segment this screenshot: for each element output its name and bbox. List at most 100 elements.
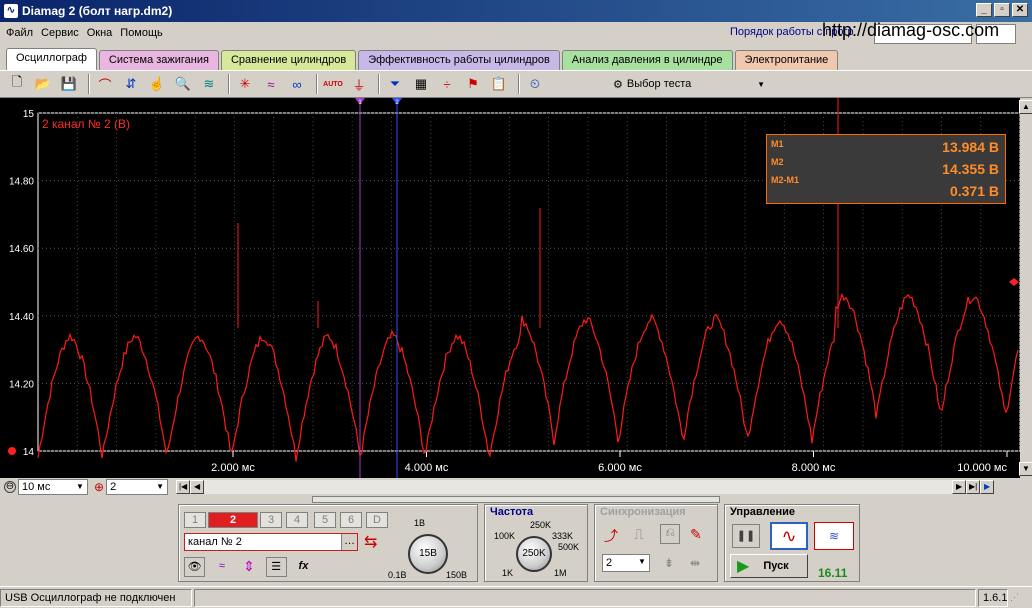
toolbar: 🗋 📂 💾 ⌒ ⇵ ☝ 🔍 ≋ ✳ ≈ ∞ AUTO ⏚ ⏷ ▦ ÷ ⚑ 📋 ⏲ — [0, 70, 1032, 98]
window-title: Diamag 2 (болт нагр.dm2) — [22, 4, 173, 18]
readout-diff-value: 0.371 В — [949, 183, 999, 199]
horizontal-scroll-track[interactable] — [204, 480, 953, 494]
bottom-panel: Частота Синхронизация Управление — [0, 496, 1032, 586]
wave-overlay-icon[interactable]: ∞ — [286, 73, 308, 95]
channel-4-button[interactable]: 4 — [286, 512, 308, 528]
menu-file[interactable]: Файл — [6, 27, 33, 39]
zoom-icon[interactable]: 🔍 — [172, 73, 194, 95]
readout-m1-value: 13.984 В — [942, 139, 999, 155]
vertical-scrollbar[interactable]: ▲ ▼ — [1019, 98, 1032, 478]
test-gear-icon: ⚙ — [613, 78, 623, 91]
timebase-value: 10 мс — [22, 481, 51, 493]
channel-3-button[interactable]: 3 — [260, 512, 282, 528]
filter-icon[interactable]: ⏷ — [384, 73, 406, 95]
channel-add-icon[interactable]: ⊕ — [94, 480, 104, 494]
scroll-left-icon[interactable]: ◀ — [190, 480, 205, 494]
sync-pencil-icon[interactable]: ✎ — [690, 526, 702, 543]
resize-grip-icon[interactable]: ⋰ — [1010, 592, 1019, 603]
test-select-label: Выбор теста — [626, 78, 692, 90]
auto-scale-icon[interactable]: AUTO — [322, 73, 344, 95]
frequency-knob[interactable]: 250K — [516, 536, 552, 572]
pause-icon[interactable]: ❚❚ — [732, 524, 760, 548]
scroll-first-icon[interactable]: |◀ — [176, 480, 191, 494]
channel-6-button[interactable]: 6 — [340, 512, 362, 528]
save-icon[interactable]: 💾 — [58, 73, 80, 95]
open-folder-icon[interactable]: 📂 — [32, 73, 54, 95]
channel-export-icon[interactable]: ⇆ — [364, 532, 377, 552]
wave-style-icon[interactable]: ≈ — [211, 557, 232, 577]
scroll-up-icon[interactable]: ▲ — [1019, 100, 1032, 114]
vertical-shift-icon[interactable]: ⇕ — [238, 557, 259, 577]
split-icon[interactable]: ÷ — [436, 73, 458, 95]
chevron-down-icon: ▼ — [76, 482, 84, 491]
voltage-trace — [37, 292, 1019, 462]
channel-5-button[interactable]: 5 — [314, 512, 336, 528]
new-file-icon[interactable]: 🗋 — [6, 73, 28, 95]
x-tick-label: 4.000 мс — [405, 462, 449, 474]
wave-compare-icon[interactable]: ≈ — [260, 73, 282, 95]
sync-step-down-icon[interactable]: ⎌ — [660, 524, 680, 544]
tab-ignition[interactable]: Система зажигания — [98, 50, 219, 70]
tab-oscilloscope[interactable]: Осциллограф — [6, 48, 97, 70]
channel-name-field[interactable]: канал № 2 … — [184, 533, 358, 551]
channel-1-button[interactable]: 1 — [184, 512, 206, 528]
splitter-handle[interactable] — [312, 496, 720, 503]
tab-cylinder-compare[interactable]: Сравнение цилиндров — [220, 50, 357, 70]
notes-icon[interactable]: 📋 — [488, 73, 510, 95]
app-version: 16.11 — [818, 566, 848, 580]
menu-windows[interactable]: Окна — [87, 27, 113, 39]
tab-power-supply[interactable]: Электропитание — [734, 50, 839, 70]
channel-2-button[interactable]: 2 — [208, 512, 258, 528]
site-url[interactable]: http://diamag-osc.com — [822, 20, 999, 41]
sync-rising-edge-icon[interactable]: ⤴ — [604, 526, 618, 546]
scroll-right-icon[interactable]: ▶ — [952, 480, 967, 494]
volt-knob[interactable]: 15В — [408, 534, 448, 574]
play-icon: ▶ — [737, 558, 750, 575]
sine-mode-icon[interactable]: ∿ — [770, 522, 808, 550]
scroll-last-icon[interactable]: ▶| — [966, 480, 981, 494]
freq-label-1k: 1K — [502, 568, 514, 578]
scope-display[interactable]: 15 14.80 14.60 14.40 14.20 14 2.000 мс 4.000 м… — [0, 98, 1032, 478]
grid-icon[interactable]: ▦ — [410, 73, 432, 95]
flag-icon[interactable]: ⚑ — [462, 73, 484, 95]
start-button[interactable]: ▶ Пуск — [730, 554, 808, 578]
sync-channel-value: 2 — [606, 557, 613, 569]
noise-mode-icon[interactable]: ≋ — [814, 522, 854, 550]
tab-cylinder-efficiency[interactable]: Эффективность работы цилиндров — [358, 50, 560, 70]
cursor-icon[interactable]: ⇵ — [120, 73, 142, 95]
stack-icon[interactable]: ≋ — [198, 73, 220, 95]
channel-name-browse-icon[interactable]: … — [341, 534, 357, 550]
menu-help[interactable]: Помощь — [120, 27, 163, 39]
spark-icon[interactable]: ✳ — [234, 73, 256, 95]
y-tick-label: 14.40 — [9, 312, 34, 323]
sync-channel-select[interactable]: 2 ▼ — [602, 554, 650, 572]
lines-icon[interactable]: ☰ — [265, 557, 287, 577]
readout-m2-value: 14.355 В — [942, 161, 999, 177]
timebase-select[interactable]: 10 мс ▼ — [18, 479, 88, 495]
minimize-button[interactable]: _ — [976, 3, 992, 17]
play-icon[interactable]: ▶ — [980, 480, 995, 494]
freq-label-100k: 100K — [494, 531, 516, 541]
auto-setup-icon[interactable]: ⏲ — [524, 73, 546, 95]
freq-label-500k: 500K — [558, 542, 580, 552]
hand-icon[interactable]: ☝ — [146, 73, 168, 95]
tab-pressure-analysis[interactable]: Анализ давления в цилиндре — [561, 50, 733, 70]
zero-icon[interactable]: ⏚ — [348, 73, 370, 95]
menu-service[interactable]: Сервис — [41, 27, 79, 39]
maximize-button[interactable]: ▫ — [994, 3, 1010, 17]
measure-arc-icon[interactable]: ⌒ — [94, 73, 116, 95]
readout-m2-label: M2 — [771, 157, 784, 167]
channel-select[interactable]: 2 ▼ — [106, 479, 169, 495]
sync-expand-icon[interactable]: ⇹ — [690, 556, 700, 570]
sync-step-up-icon[interactable]: ⎍ — [634, 526, 644, 543]
timebase-minus-icon[interactable]: ⊖ — [4, 481, 16, 493]
eye-icon[interactable]: 👁 — [184, 557, 206, 577]
channel-d-button[interactable]: D — [366, 512, 388, 528]
function-icon[interactable]: fx — [293, 557, 314, 577]
scroll-down-icon[interactable]: ▼ — [1019, 462, 1032, 476]
test-select[interactable]: ⚙ Выбор теста ▼ — [613, 73, 769, 95]
channel-label: 2 канал № 2 (В) — [42, 117, 130, 131]
chevron-down-icon: ▼ — [156, 482, 165, 491]
close-button[interactable]: ✕ — [1012, 3, 1028, 17]
sync-collapse-icon[interactable]: ⇟ — [664, 556, 674, 570]
